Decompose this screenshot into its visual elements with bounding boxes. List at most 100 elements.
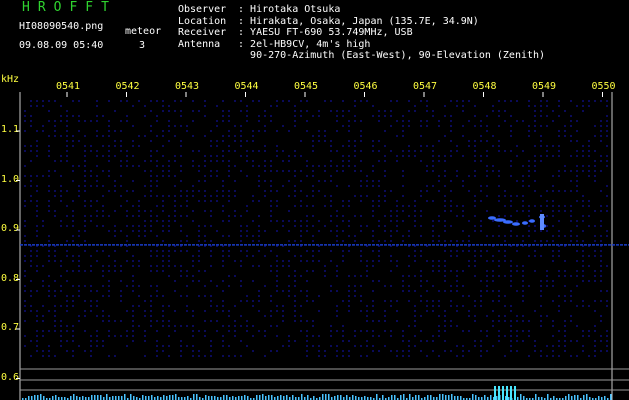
noise-speck [54, 315, 56, 317]
noise-speck [252, 255, 254, 257]
noise-speck [420, 190, 422, 192]
noise-speck [60, 105, 62, 107]
noise-speck [108, 230, 110, 232]
noise-speck [504, 250, 506, 252]
noise-speck [66, 225, 68, 227]
noise-speck [120, 130, 122, 132]
noise-speck [348, 310, 350, 312]
noise-speck [588, 150, 590, 152]
noise-speck [72, 335, 74, 337]
noise-speck [444, 135, 446, 137]
noise-speck [540, 315, 542, 317]
noise-speck [342, 330, 344, 332]
noise-speck [324, 270, 326, 272]
noise-speck [450, 200, 452, 202]
noise-speck [282, 320, 284, 322]
noise-speck [132, 140, 134, 142]
noise-speck [276, 280, 278, 282]
noise-speck [336, 265, 338, 267]
noise-speck [564, 165, 566, 167]
noise-speck [210, 300, 212, 302]
noise-speck [258, 290, 260, 292]
noise-speck [120, 265, 122, 267]
noise-speck [408, 230, 410, 232]
noise-speck [516, 335, 518, 337]
noise-speck [486, 330, 488, 332]
amplitude-bar [322, 394, 324, 400]
amplitude-bar [442, 394, 444, 400]
noise-speck [132, 155, 134, 157]
noise-speck [510, 230, 512, 232]
noise-speck [432, 335, 434, 337]
noise-speck [84, 135, 86, 137]
noise-speck [72, 325, 74, 327]
noise-speck [270, 205, 272, 207]
noise-speck [198, 170, 200, 172]
noise-speck [582, 170, 584, 172]
noise-speck [336, 185, 338, 187]
noise-speck [480, 190, 482, 192]
noise-speck [312, 175, 314, 177]
noise-speck [192, 345, 194, 347]
noise-speck [354, 275, 356, 277]
noise-speck [408, 265, 410, 267]
noise-speck [144, 115, 146, 117]
noise-speck [252, 130, 254, 132]
noise-speck [204, 165, 206, 167]
noise-speck [540, 145, 542, 147]
noise-speck [282, 345, 284, 347]
noise-speck [348, 300, 350, 302]
noise-speck [390, 100, 392, 102]
noise-speck [30, 145, 32, 147]
noise-speck [420, 125, 422, 127]
noise-speck [528, 170, 530, 172]
noise-speck [342, 350, 344, 352]
noise-speck [600, 255, 602, 257]
noise-speck [36, 140, 38, 142]
amplitude-bar [142, 395, 144, 400]
amplitude-bar [364, 396, 366, 400]
noise-speck [264, 145, 266, 147]
noise-speck [588, 175, 590, 177]
noise-speck [270, 190, 272, 192]
noise-speck [486, 235, 488, 237]
noise-speck [606, 120, 608, 122]
noise-speck [168, 320, 170, 322]
noise-speck [132, 255, 134, 257]
noise-speck [540, 290, 542, 292]
noise-speck [120, 320, 122, 322]
noise-speck [270, 185, 272, 187]
noise-speck [354, 235, 356, 237]
noise-speck [282, 100, 284, 102]
noise-speck [240, 230, 242, 232]
noise-speck [504, 205, 506, 207]
noise-speck [606, 205, 608, 207]
amplitude-bar [265, 396, 267, 400]
noise-speck [444, 105, 446, 107]
noise-speck [384, 115, 386, 117]
noise-speck [96, 100, 98, 102]
noise-speck [318, 250, 320, 252]
amplitude-bar [415, 395, 417, 400]
noise-speck [528, 285, 530, 287]
amplitude-bar [37, 395, 39, 400]
noise-speck [432, 235, 434, 237]
noise-speck [144, 340, 146, 342]
noise-speck [258, 120, 260, 122]
noise-speck [126, 250, 128, 252]
noise-speck [498, 340, 500, 342]
noise-speck [156, 355, 158, 357]
noise-speck [222, 220, 224, 222]
noise-speck [432, 115, 434, 117]
noise-speck [192, 190, 194, 192]
noise-speck [258, 185, 260, 187]
noise-speck [522, 210, 524, 212]
noise-speck [336, 330, 338, 332]
noise-speck [522, 240, 524, 242]
noise-speck [48, 155, 50, 157]
noise-speck [342, 200, 344, 202]
noise-speck [90, 285, 92, 287]
noise-speck [90, 170, 92, 172]
noise-speck [540, 105, 542, 107]
noise-speck [180, 190, 182, 192]
